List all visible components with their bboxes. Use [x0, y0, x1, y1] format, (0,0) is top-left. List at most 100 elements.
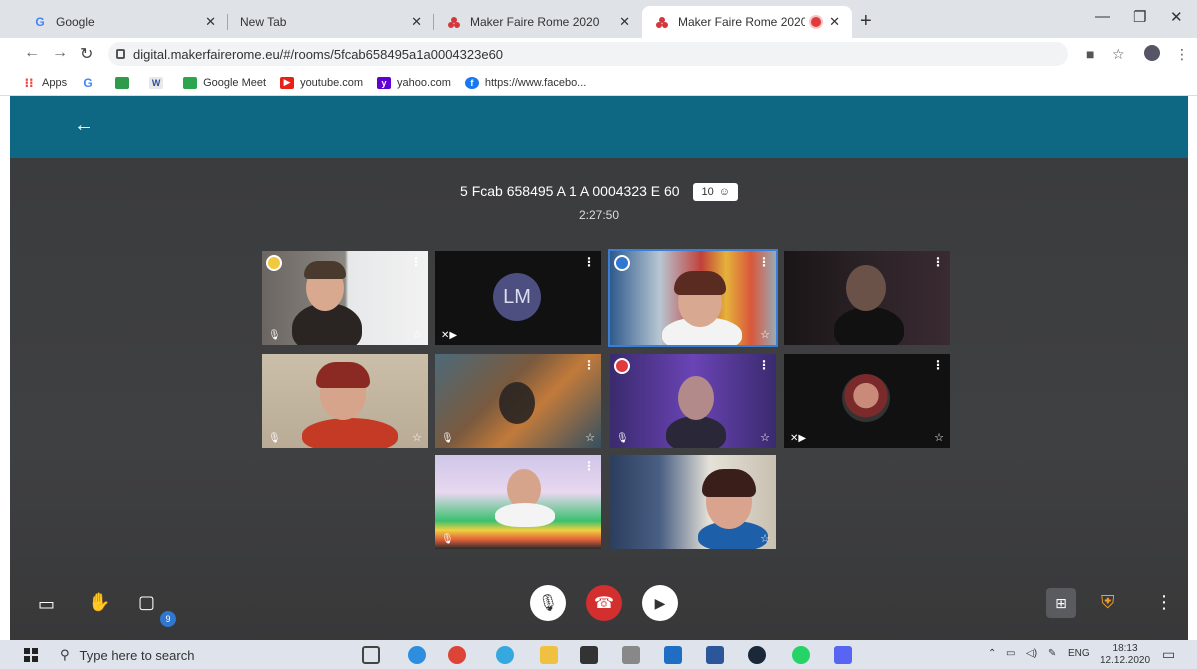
tab-maker-faire[interactable]: Maker Faire Rome 2020 ✕: [434, 6, 642, 38]
participant-tile[interactable]: 🎙︎ ☆: [262, 354, 428, 448]
bookmark-word[interactable]: W: [149, 76, 169, 89]
back-arrow-icon[interactable]: ←: [24, 44, 40, 62]
chat-icon[interactable]: ▢: [138, 592, 155, 613]
store-icon[interactable]: [580, 646, 598, 664]
tile-view-button[interactable]: ⊞: [1046, 588, 1076, 618]
bookmark-google[interactable]: G: [81, 75, 101, 90]
star-icon[interactable]: ☆: [585, 431, 595, 444]
steam-icon[interactable]: [748, 646, 766, 664]
participant-tile[interactable]: ⋮ 🎙︎ ☆: [610, 354, 776, 448]
tile-menu-icon[interactable]: ⋮: [583, 255, 595, 269]
google-icon: G: [83, 75, 93, 90]
participant-tile[interactable]: ⋮ ✕▶ ☆: [784, 354, 950, 448]
edge-icon[interactable]: [408, 646, 426, 664]
star-icon[interactable]: ☆: [934, 431, 944, 444]
language-indicator[interactable]: ENG: [1068, 648, 1090, 659]
bookmark-yahoo[interactable]: y yahoo.com: [377, 76, 451, 89]
raise-hand-icon[interactable]: ✋: [88, 592, 110, 613]
tray-chevron-icon[interactable]: ⌃: [988, 648, 996, 659]
task-view-icon[interactable]: [362, 646, 380, 664]
calculator-icon[interactable]: [622, 646, 640, 664]
more-options-icon[interactable]: ⋮: [1155, 592, 1173, 613]
address-bar[interactable]: digital.makerfairerome.eu/#/rooms/5fcab6…: [108, 42, 1068, 66]
chrome-icon[interactable]: [448, 646, 466, 664]
tile-menu-icon[interactable]: ⋮: [583, 459, 595, 473]
tile-menu-icon[interactable]: ⋮: [758, 255, 770, 269]
forward-arrow-icon[interactable]: →: [52, 44, 68, 62]
security-shield-icon[interactable]: ⛨: [1101, 592, 1115, 613]
participant-tile[interactable]: ⋮ 🎙︎: [435, 455, 601, 549]
star-icon[interactable]: ☆: [412, 431, 422, 444]
participant-tile[interactable]: ⋮: [784, 251, 950, 345]
word-icon[interactable]: [706, 646, 724, 664]
screen-share-icon[interactable]: ▭: [38, 594, 55, 615]
windows-start-icon[interactable]: [24, 648, 38, 662]
profile-avatar[interactable]: [1144, 45, 1160, 61]
close-icon[interactable]: ✕: [205, 14, 216, 30]
hang-up-button[interactable]: ☎: [586, 585, 622, 621]
bookmark-apps[interactable]: ⁝⁝ Apps: [22, 76, 67, 90]
tile-menu-icon[interactable]: ⋮: [932, 255, 944, 269]
tab-title: New Tab: [240, 15, 287, 29]
file-explorer-icon[interactable]: [540, 646, 558, 664]
menu-dots-icon[interactable]: ⋮: [1175, 46, 1189, 63]
chat-unread-badge: 9: [160, 611, 176, 627]
camera-icon[interactable]: ■: [1086, 46, 1094, 62]
clock-date: 12.12.2020: [1100, 655, 1151, 666]
room-title: 5 Fcab 658495 A 1 A 0004323 E 60 10 ☺: [10, 183, 1188, 202]
back-arrow-icon[interactable]: ←: [74, 114, 94, 137]
tab-title: Google: [56, 15, 95, 29]
volume-icon[interactable]: ◁): [1026, 648, 1037, 659]
star-icon[interactable]: ☆: [412, 328, 422, 341]
participant-tile-speaking[interactable]: ⋮ ☆: [608, 249, 778, 347]
bookmark-star-icon[interactable]: ☆: [1112, 46, 1125, 63]
tile-menu-icon[interactable]: ⋮: [758, 358, 770, 372]
participant-tile[interactable]: ☆: [610, 455, 776, 549]
close-icon[interactable]: ✕: [619, 14, 630, 30]
tile-menu-icon[interactable]: ⋮: [410, 255, 422, 269]
tab-google[interactable]: G Google ✕: [20, 6, 228, 38]
bookmark-label: https://www.facebo...: [484, 76, 587, 89]
taskbar-clock[interactable]: 18:13 12.12.2020: [1100, 643, 1150, 667]
restore-icon[interactable]: ❐: [1133, 8, 1146, 26]
bookmark-youtube[interactable]: ▶ youtube.com: [280, 76, 363, 89]
internet-explorer-icon[interactable]: [496, 646, 514, 664]
microphone-button[interactable]: 🎙︎: [530, 585, 566, 621]
star-icon[interactable]: ☆: [760, 328, 770, 341]
bookmark-green[interactable]: [115, 76, 135, 89]
close-icon[interactable]: ✕: [411, 14, 422, 30]
network-icon[interactable]: ▭: [1006, 648, 1015, 659]
minimize-icon[interactable]: —: [1095, 8, 1110, 25]
yahoo-icon: y: [377, 76, 392, 89]
discord-icon[interactable]: [834, 646, 852, 664]
whatsapp-icon[interactable]: [792, 646, 810, 664]
star-icon[interactable]: ☆: [760, 431, 770, 444]
participant-count-badge[interactable]: 10 ☺: [693, 183, 738, 202]
participant-tile[interactable]: ⋮ 🎙︎ ☆: [262, 251, 428, 345]
app-header: ←: [10, 96, 1188, 158]
notifications-icon[interactable]: ▭: [1162, 646, 1175, 663]
bookmark-google-meet[interactable]: Google Meet: [183, 76, 267, 89]
participant-tile[interactable]: LM ⋮ ✕▶: [435, 251, 601, 345]
reload-icon[interactable]: ↻: [80, 44, 93, 64]
taskbar-search[interactable]: ⚲ Type here to search: [60, 644, 340, 666]
bookmark-facebook[interactable]: f https://www.facebo...: [464, 76, 587, 89]
window-close-icon[interactable]: ✕: [1170, 8, 1183, 26]
bookmarks-bar: ⁝⁝ Apps G W Google Meet ▶ youtube.com y …: [0, 70, 1197, 96]
participant-tile[interactable]: ⋮ 🎙︎ ☆: [435, 354, 601, 448]
bookmark-label: Google Meet: [203, 76, 267, 89]
tab-new-tab[interactable]: New Tab ✕: [228, 6, 434, 38]
close-icon[interactable]: ✕: [829, 14, 840, 30]
video-feed: [846, 265, 886, 311]
mic-muted-icon: 🎙︎: [268, 433, 281, 444]
pen-icon[interactable]: ✎: [1048, 648, 1056, 659]
camera-button[interactable]: ▶: [642, 585, 678, 621]
mail-icon[interactable]: [664, 646, 682, 664]
tab-maker-faire-active[interactable]: Maker Faire Rome 2020 ✕: [642, 6, 852, 38]
participant-count: 10: [701, 186, 714, 199]
tile-menu-icon[interactable]: ⋮: [583, 358, 595, 372]
tile-menu-icon[interactable]: ⋮: [932, 358, 944, 372]
mic-camera-off-icon: ✕▶: [790, 433, 807, 444]
new-tab-button[interactable]: +: [860, 10, 872, 33]
star-icon[interactable]: ☆: [760, 532, 770, 545]
